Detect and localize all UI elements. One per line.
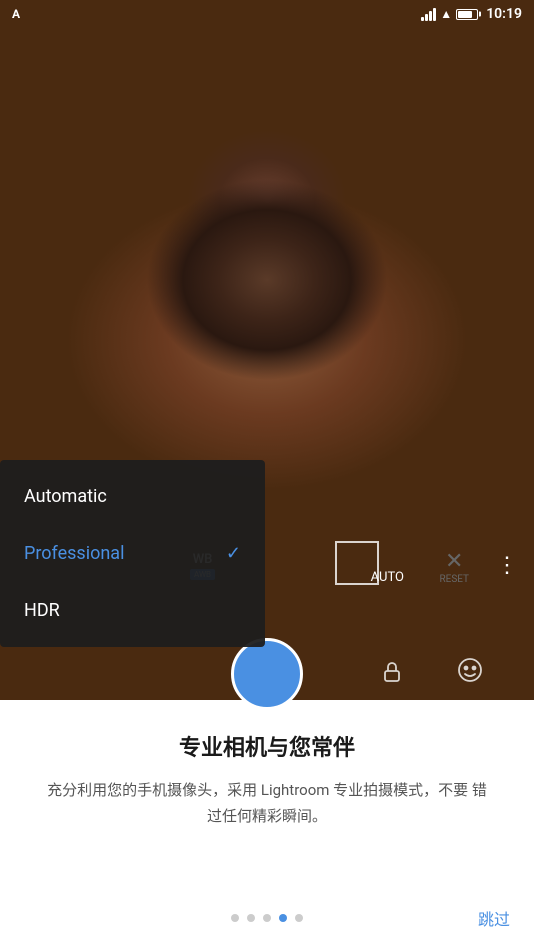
onboarding-section: 专业相机与您常伴 充分利用您的手机摄像头，采用 Lightroom 专业拍摄模式… [0,700,534,950]
onboarding-title: 专业相机与您常伴 [179,730,355,762]
check-icon: ✓ [226,543,241,564]
wifi-icon: ▲ [440,7,452,21]
mode-automatic[interactable]: Automatic [0,468,265,525]
reset-icon: ✕ [445,549,463,574]
lock-button[interactable] [380,660,404,690]
onboarding-description: 充分利用您的手机摄像头，采用 Lightroom 专业拍摄模式，不要 错过任何精… [40,778,494,829]
app-indicator: A [12,7,20,21]
pagination-dots [231,914,303,922]
automatic-label: Automatic [24,486,107,507]
reset-button[interactable]: ✕ RESET [439,549,469,585]
skip-button[interactable]: 跳过 [478,906,510,930]
time-display: 10:19 [486,6,522,22]
dot-3 [263,914,271,922]
battery-icon [456,9,478,20]
shutter-area [0,640,534,700]
professional-label: Professional [24,543,124,564]
dot-2 [247,914,255,922]
more-button[interactable]: ⋮ [496,553,518,578]
dot-5 [295,914,303,922]
signal-icon [421,7,436,21]
status-left: A [12,7,20,21]
reset-label: RESET [439,574,469,585]
mode-hdr[interactable]: HDR [0,582,265,639]
camera-mode-dropdown: Automatic Professional ✓ HDR [0,460,265,647]
mode-professional[interactable]: Professional ✓ [0,525,265,582]
more-icon: ⋮ [496,553,518,578]
dot-4 [279,914,287,922]
face-detect-button[interactable] [456,656,484,690]
hdr-label: HDR [24,600,60,621]
dot-1 [231,914,239,922]
shutter-button[interactable] [231,638,303,710]
focus-frame [335,541,379,585]
status-right: ▲ 10:19 [421,6,522,22]
status-bar: A ▲ 10:19 [0,0,534,28]
